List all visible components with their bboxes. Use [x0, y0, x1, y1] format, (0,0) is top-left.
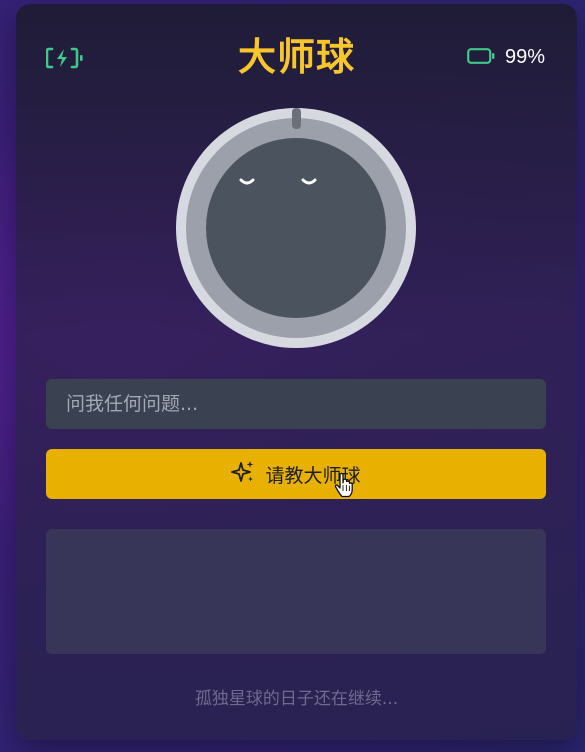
battery-icon — [467, 47, 495, 68]
main-card: 大师球 99% 问我任何问题... 请教大师球 孤独星球的日子还在继续... — [16, 4, 577, 740]
header: 大师球 99% — [16, 32, 577, 88]
hand-cursor-icon — [334, 472, 354, 498]
ask-master-button[interactable]: 请教大师球 — [46, 449, 546, 499]
footer-text: 孤独星球的日子还在继续... — [194, 689, 399, 709]
battery-status: 99% — [467, 46, 545, 69]
ball-knob — [292, 108, 301, 129]
question-input[interactable] — [46, 379, 546, 429]
sparkles-icon — [231, 460, 255, 489]
battery-percent: 99% — [504, 46, 545, 68]
magic-ball[interactable] — [176, 108, 416, 348]
answer-panel — [46, 529, 546, 654]
